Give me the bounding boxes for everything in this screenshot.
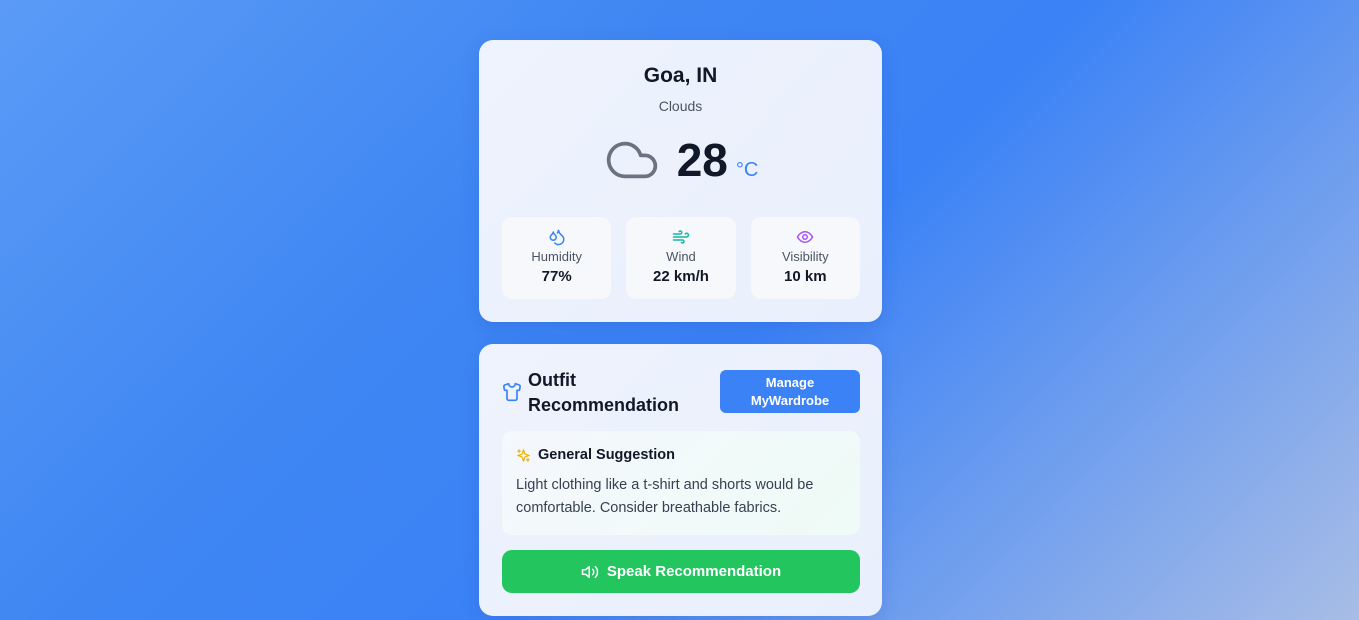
temperature-value: 28 xyxy=(676,134,728,186)
stat-humidity: Humidity 77% xyxy=(502,217,612,299)
manage-wardrobe-button[interactable]: Manage MyWardrobe xyxy=(720,370,860,413)
suggestion-text: Light clothing like a t-shirt and shorts… xyxy=(516,477,814,516)
weather-condition: Clouds xyxy=(658,98,703,114)
cloud-icon xyxy=(606,141,657,179)
weather-stats: Humidity 77% Wind 22 km/h Visibility 10 … xyxy=(502,217,860,299)
stat-value: 22 km/h xyxy=(653,268,709,285)
stat-value: 10 km xyxy=(784,268,827,285)
speaker-icon xyxy=(581,565,599,578)
stat-value: 77% xyxy=(541,268,572,285)
stat-wind: Wind 22 km/h xyxy=(626,217,736,299)
outfit-title: Outfit Recommendation xyxy=(528,370,680,415)
droplets-icon xyxy=(549,229,565,246)
outfit-header: Outfit Recommendation Manage MyWardrobe xyxy=(502,366,860,418)
stat-visibility: Visibility 10 km xyxy=(750,217,860,299)
speak-recommendation-button[interactable]: Speak Recommendation xyxy=(502,550,860,593)
wind-icon xyxy=(672,230,690,244)
city-name: Goa, IN xyxy=(643,64,718,87)
outfit-card: Outfit Recommendation Manage MyWardrobe … xyxy=(479,344,882,616)
temperature-row: 28 °C xyxy=(479,132,882,188)
suggestion-title: General Suggestion xyxy=(538,447,675,463)
speak-button-label: Speak Recommendation xyxy=(606,563,782,580)
temperature-unit: °C xyxy=(735,159,759,181)
stat-label: Visibility xyxy=(781,249,829,264)
stat-label: Humidity xyxy=(531,249,582,264)
eye-icon xyxy=(797,231,814,243)
suggestion-box: General Suggestion Light clothing like a… xyxy=(502,431,860,535)
sparkles-icon xyxy=(517,448,530,462)
weather-card: Goa, IN Clouds 28 °C Humidity 77% Wind 2… xyxy=(479,40,882,322)
suggestion-header: General Suggestion xyxy=(516,447,846,463)
shirt-icon xyxy=(503,382,521,402)
stat-label: Wind xyxy=(666,249,696,264)
